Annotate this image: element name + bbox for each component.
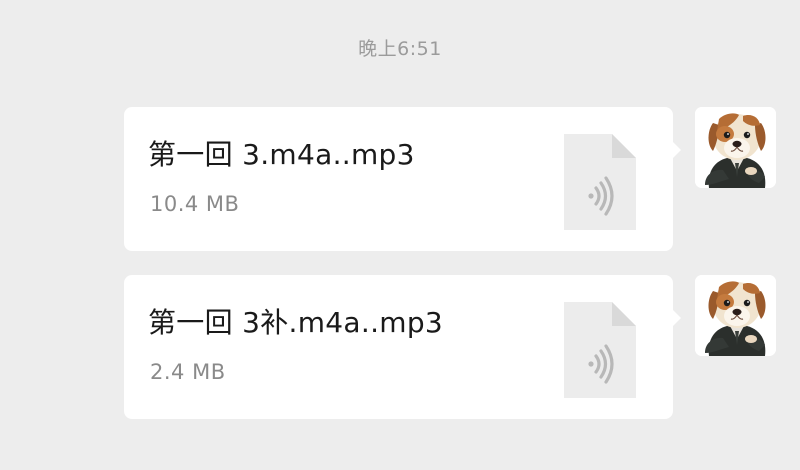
file-size: 2.4 MB xyxy=(150,360,226,384)
avatar[interactable] xyxy=(695,107,776,188)
file-message: 第一回 3补.m4a..mp3 2.4 MB xyxy=(124,275,776,419)
bubble-tail xyxy=(672,141,681,159)
file-name: 第一回 3补.m4a..mp3 xyxy=(148,306,444,339)
file-bubble[interactable]: 第一回 3.m4a..mp3 10.4 MB xyxy=(124,107,681,251)
bubble-tail xyxy=(672,309,681,327)
file-size: 10.4 MB xyxy=(150,192,240,216)
avatar[interactable] xyxy=(695,275,776,356)
dog-avatar-icon xyxy=(695,107,776,188)
file-message: 第一回 3.m4a..mp3 10.4 MB xyxy=(124,107,776,251)
chat-timestamp: 晚上6:51 xyxy=(358,38,442,60)
audio-file-icon xyxy=(564,302,636,398)
file-name: 第一回 3.m4a..mp3 xyxy=(148,138,415,171)
file-bubble[interactable]: 第一回 3补.m4a..mp3 2.4 MB xyxy=(124,275,681,419)
dog-avatar-icon xyxy=(695,275,776,356)
audio-file-icon xyxy=(564,134,636,230)
